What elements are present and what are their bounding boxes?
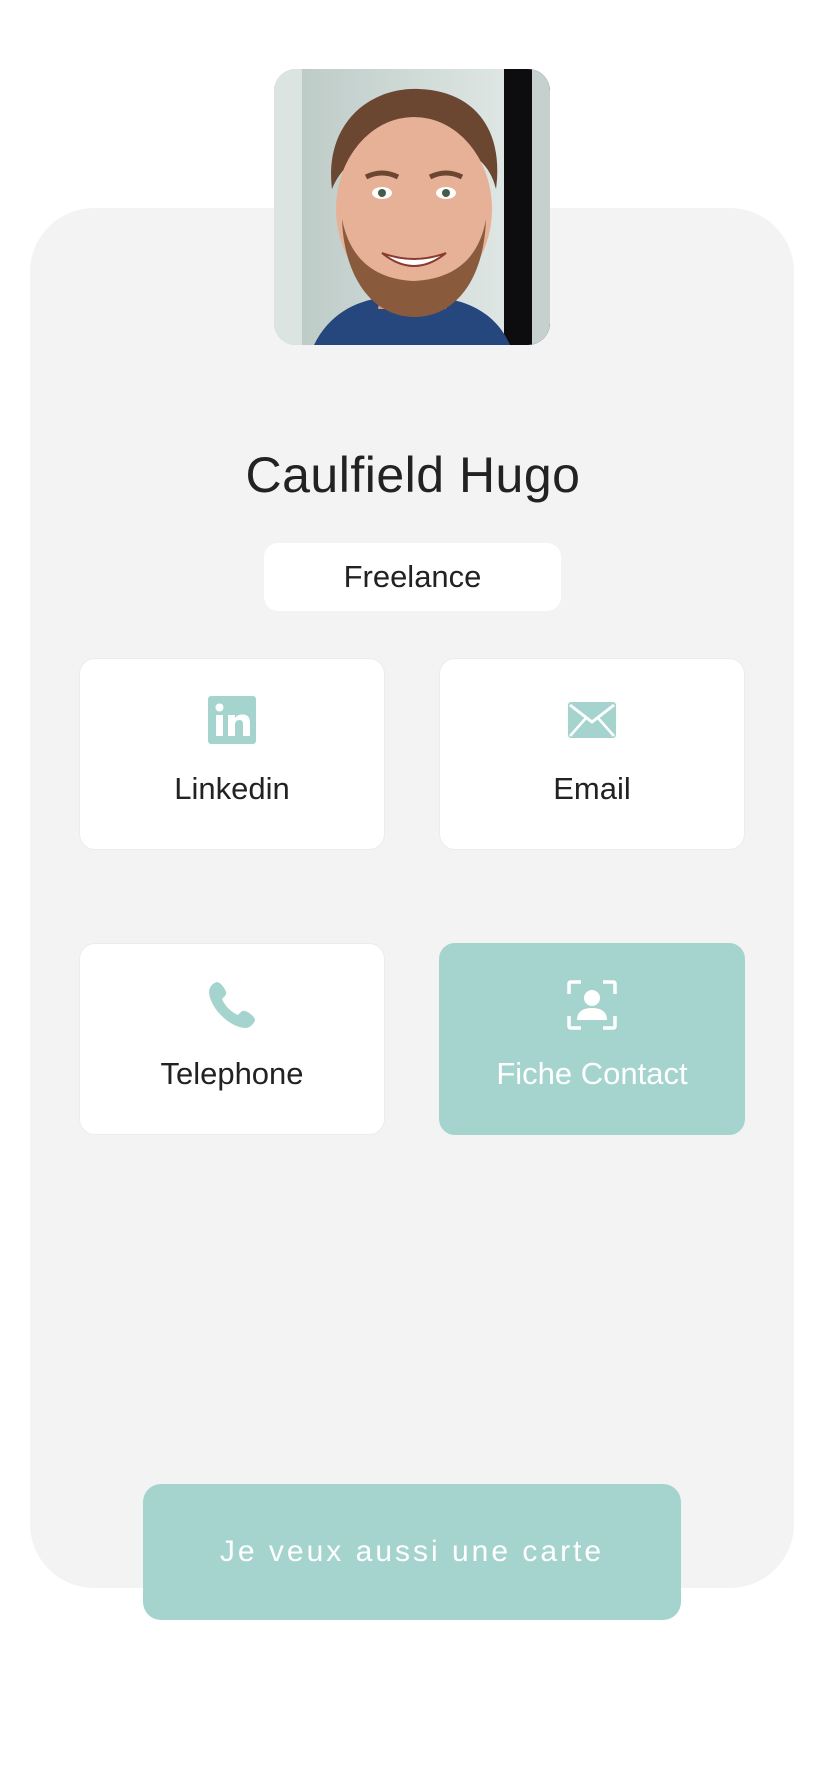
- profile-name: Caulfield Hugo: [245, 447, 581, 503]
- profile-tag: Freelance: [264, 543, 561, 611]
- contact-card-label: Fiche Contact: [496, 1056, 688, 1091]
- contact-card-icon: [440, 980, 744, 1030]
- contact-card-button[interactable]: Fiche Contact: [439, 943, 745, 1135]
- profile-card: [30, 208, 794, 1588]
- linkedin-icon: [80, 695, 384, 745]
- linkedin-button[interactable]: Linkedin: [79, 658, 385, 850]
- email-button[interactable]: Email: [439, 658, 745, 850]
- phone-icon: [80, 980, 384, 1030]
- linkedin-label: Linkedin: [174, 771, 290, 806]
- avatar-photo: [274, 69, 550, 345]
- telephone-label: Telephone: [160, 1056, 304, 1091]
- get-card-button[interactable]: Je veux aussi une carte: [143, 1484, 681, 1620]
- mail-icon: [440, 695, 744, 745]
- telephone-button[interactable]: Telephone: [79, 943, 385, 1135]
- email-label: Email: [553, 771, 631, 806]
- avatar: [274, 69, 550, 345]
